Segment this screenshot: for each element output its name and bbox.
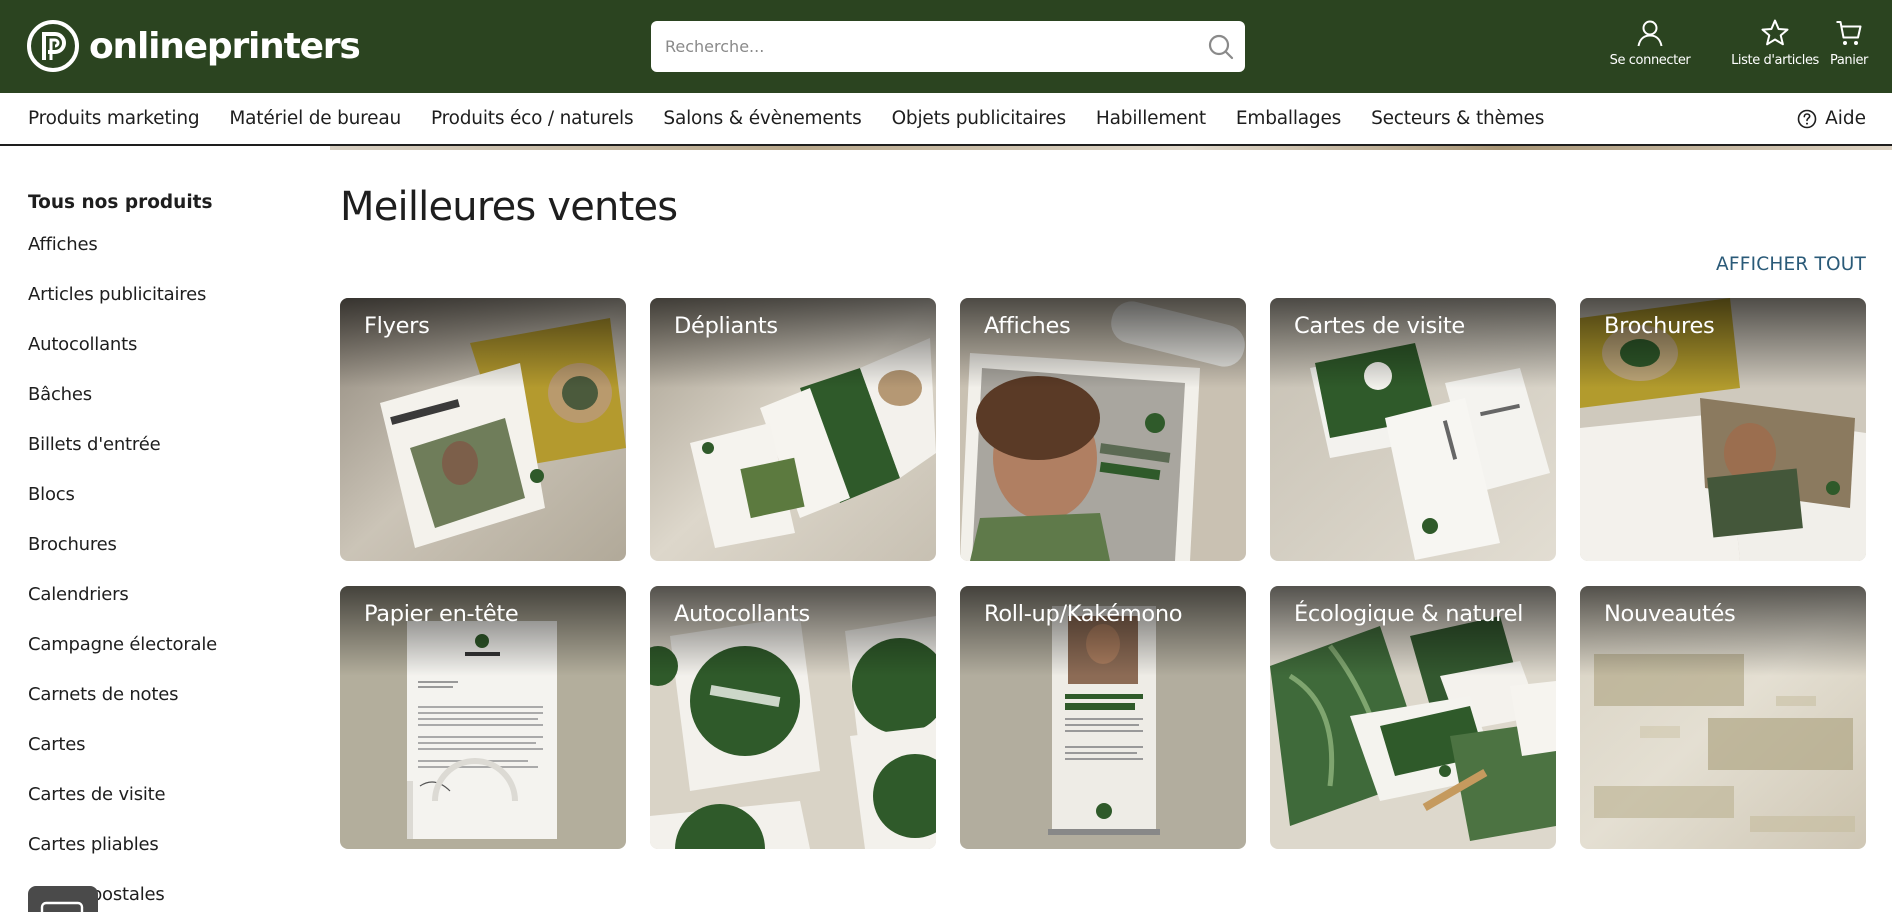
product-card-label: Brochures: [1604, 313, 1715, 339]
category-sidebar: Tous nos produits Affiches Articles publ…: [28, 192, 288, 912]
view-all-link[interactable]: Afficher tout: [1716, 254, 1866, 275]
bestseller-grid: Flyers Dépliants Affiches Cartes de visi…: [340, 298, 1867, 849]
product-card-label: Papier en-tête: [364, 601, 519, 627]
sidebar-item-cartes-de-visite[interactable]: Cartes de visite: [28, 784, 288, 834]
sidebar-item-billets-entree[interactable]: Billets d'entrée: [28, 434, 288, 484]
nav-item-produits-marketing[interactable]: Produits marketing: [28, 108, 200, 129]
sidebar-item-campagne-electorale[interactable]: Campagne électorale: [28, 634, 288, 684]
nav-item-objets-publicitaires[interactable]: Objets publicitaires: [892, 108, 1067, 129]
wishlist-label: Liste d'articles: [1731, 53, 1819, 68]
help-link[interactable]: Aide: [1797, 93, 1866, 144]
sidebar-item-autocollants[interactable]: Autocollants: [28, 334, 288, 384]
product-card-nouveautes[interactable]: Nouveautés: [1580, 586, 1866, 849]
nav-item-secteurs-themes[interactable]: Secteurs & thèmes: [1371, 108, 1544, 129]
hero-banner-edge: [330, 146, 1892, 150]
cart-icon: [1836, 21, 1862, 45]
help-label: Aide: [1825, 108, 1866, 129]
product-card-roll-up[interactable]: Roll-up/Kakémono: [960, 586, 1246, 849]
product-card-label: Affiches: [984, 313, 1071, 339]
user-icon: [1637, 20, 1663, 47]
brand-name: onlineprinters: [89, 25, 361, 67]
product-card-label: Flyers: [364, 313, 430, 339]
wishlist-button[interactable]: Liste d'articles: [1710, 18, 1840, 72]
nav-item-emballages[interactable]: Emballages: [1236, 108, 1341, 129]
sidebar-item-cartes-pliables[interactable]: Cartes pliables: [28, 834, 288, 884]
login-button[interactable]: Se connecter: [1605, 18, 1695, 72]
product-card-flyers[interactable]: Flyers: [340, 298, 626, 561]
nav-item-produits-eco[interactable]: Produits éco / naturels: [431, 108, 634, 129]
product-card-autocollants[interactable]: Autocollants: [650, 586, 936, 849]
product-card-label: Cartes de visite: [1294, 313, 1465, 339]
page-title: Meilleures ventes: [340, 184, 678, 230]
chat-icon: [40, 901, 84, 912]
cart-button[interactable]: Panier: [1824, 18, 1874, 72]
product-card-papier-en-tete[interactable]: Papier en-tête: [340, 586, 626, 849]
nav-item-materiel-de-bureau[interactable]: Matériel de bureau: [229, 108, 401, 129]
main-navigation: Produits marketing Matériel de bureau Pr…: [0, 93, 1892, 146]
product-card-depliants[interactable]: Dépliants: [650, 298, 936, 561]
product-card-cartes-de-visite[interactable]: Cartes de visite: [1270, 298, 1556, 561]
product-card-label: Nouveautés: [1604, 601, 1736, 627]
sidebar-item-articles-publicitaires[interactable]: Articles publicitaires: [28, 284, 288, 334]
sidebar-list: Affiches Articles publicitaires Autocoll…: [28, 234, 288, 912]
search-icon[interactable]: [1207, 33, 1235, 61]
sidebar-item-carnets-de-notes[interactable]: Carnets de notes: [28, 684, 288, 734]
product-card-label: Dépliants: [674, 313, 778, 339]
brand-logo[interactable]: onlineprinters: [27, 20, 361, 72]
sidebar-item-blocs[interactable]: Blocs: [28, 484, 288, 534]
logo-icon: [27, 20, 79, 72]
product-card-ecologique[interactable]: Écologique & naturel: [1270, 586, 1556, 849]
sidebar-title[interactable]: Tous nos produits: [28, 192, 288, 214]
sidebar-item-baches[interactable]: Bâches: [28, 384, 288, 434]
help-icon: [1797, 109, 1817, 128]
nav-item-habillement[interactable]: Habillement: [1096, 108, 1206, 129]
sidebar-item-cartes[interactable]: Cartes: [28, 734, 288, 784]
product-card-affiches[interactable]: Affiches: [960, 298, 1246, 561]
sidebar-item-calendriers[interactable]: Calendriers: [28, 584, 288, 634]
product-card-brochures[interactable]: Brochures: [1580, 298, 1866, 561]
login-label: Se connecter: [1609, 53, 1691, 68]
star-icon: [1761, 19, 1789, 46]
product-card-label: Écologique & naturel: [1294, 601, 1524, 627]
cart-label: Panier: [1829, 53, 1868, 68]
chat-widget-button[interactable]: [28, 886, 98, 912]
nav-item-salons-evenements[interactable]: Salons & évènements: [663, 108, 861, 129]
search-input[interactable]: [651, 21, 1191, 72]
product-card-label: Roll-up/Kakémono: [984, 601, 1183, 627]
sidebar-item-brochures[interactable]: Brochures: [28, 534, 288, 584]
sidebar-item-affiches[interactable]: Affiches: [28, 234, 288, 284]
search-box: [651, 21, 1245, 72]
top-header: onlineprinters Se connecter Liste d'arti…: [0, 0, 1892, 93]
product-card-label: Autocollants: [674, 601, 810, 627]
